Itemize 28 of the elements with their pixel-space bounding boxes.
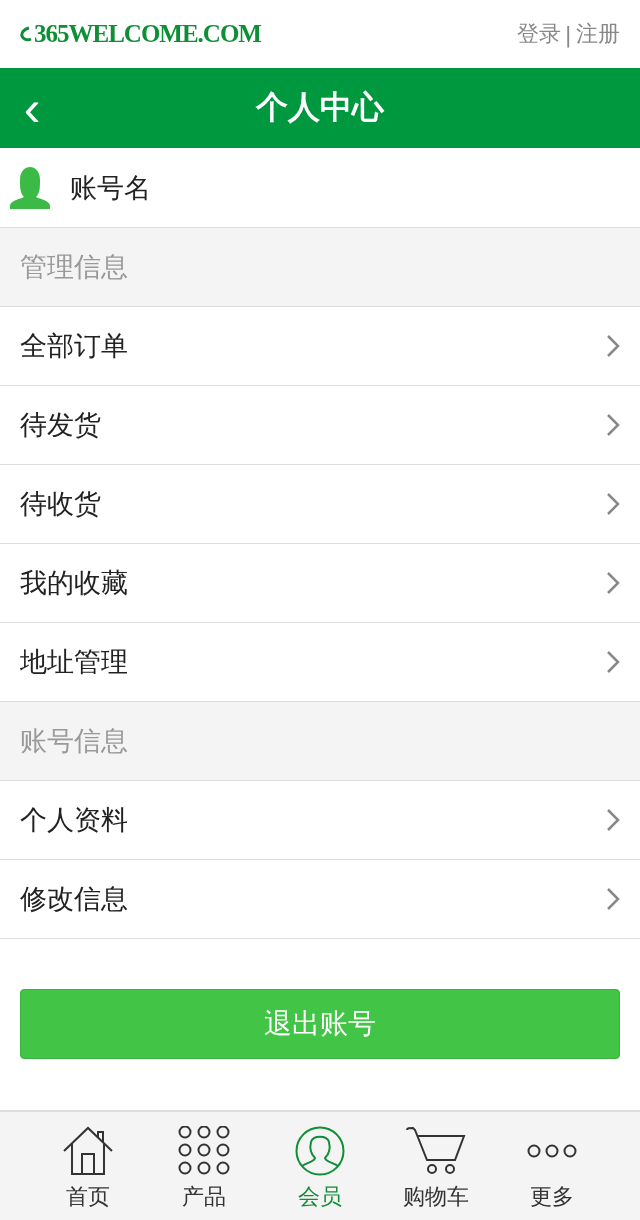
tab[interactable]: 会员 xyxy=(270,1112,370,1220)
phone-icon xyxy=(20,26,32,42)
section-header: 账号信息 xyxy=(0,702,640,781)
chevron-right-icon xyxy=(606,334,620,358)
tab[interactable]: 更多 xyxy=(502,1112,602,1220)
page-title: 个人中心 xyxy=(256,87,384,128)
chevron-right-icon xyxy=(606,887,620,911)
chevron-right-icon xyxy=(606,571,620,595)
logo: 365WELCOME.COM xyxy=(34,20,261,48)
account-name: 账号名 xyxy=(70,170,151,205)
chevron-right-icon xyxy=(606,650,620,674)
separator: | xyxy=(564,21,572,47)
person-circle-icon xyxy=(294,1126,346,1176)
person-icon xyxy=(10,166,50,209)
cart-icon xyxy=(405,1126,467,1176)
tab[interactable]: 产品 xyxy=(154,1112,254,1220)
dot-grid-icon xyxy=(178,1126,230,1176)
chevron-right-icon xyxy=(606,413,620,437)
more-icon xyxy=(526,1144,578,1158)
house-icon xyxy=(62,1126,114,1176)
chevron-right-icon xyxy=(606,808,620,832)
tab[interactable]: 购物车 xyxy=(386,1112,486,1220)
section-header: 管理信息 xyxy=(0,228,640,307)
login-link[interactable]: 登录 xyxy=(516,19,561,49)
tab[interactable]: 首页 xyxy=(38,1112,138,1220)
register-link[interactable]: 注册 xyxy=(576,19,620,49)
back-button[interactable]: ‹ xyxy=(14,86,50,130)
chevron-right-icon xyxy=(606,492,620,516)
